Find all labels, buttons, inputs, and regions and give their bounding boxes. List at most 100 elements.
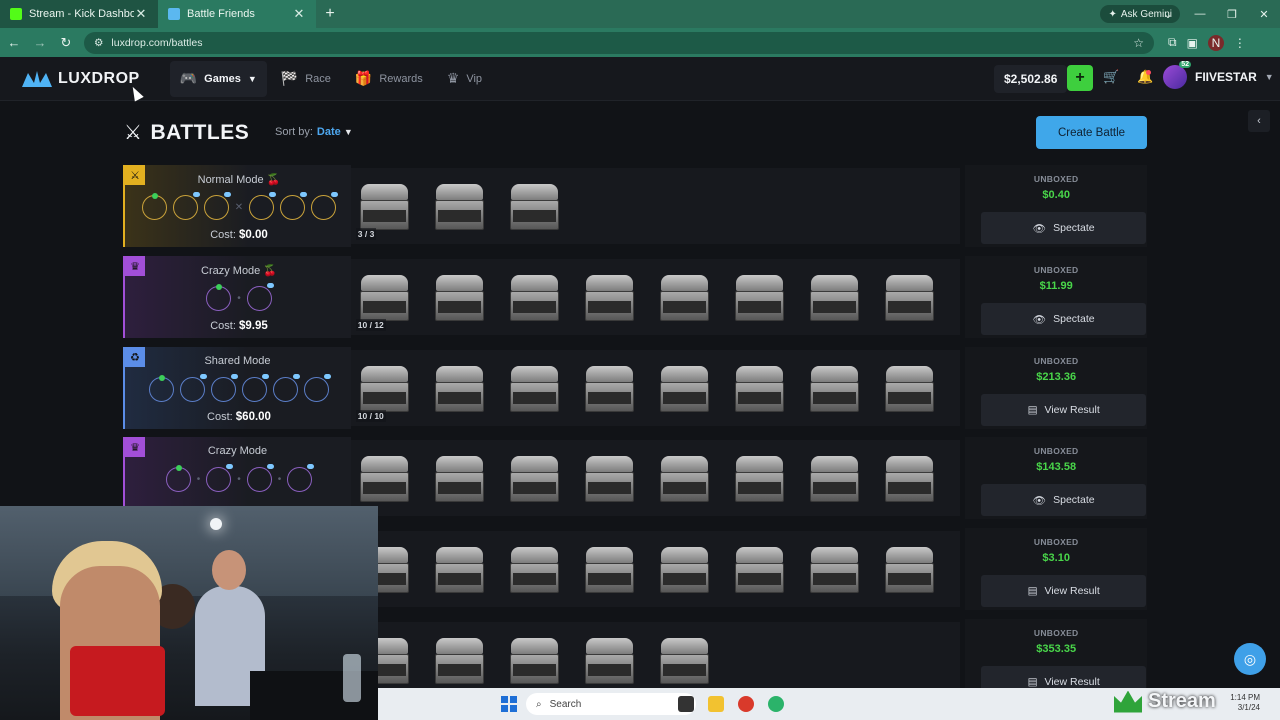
player-slot[interactable] <box>180 374 207 402</box>
search-icon: ⌕ <box>536 698 542 710</box>
mode-name: Crazy Mode 🍒 <box>125 264 353 277</box>
player-slot[interactable] <box>206 284 232 311</box>
restore-icon[interactable]: ❐ <box>1216 0 1248 28</box>
mode-label: Crazy Mode <box>207 445 268 457</box>
player-slot[interactable] <box>311 192 339 220</box>
new-tab-button[interactable]: + <box>316 0 344 28</box>
windows-start-icon[interactable] <box>501 696 517 712</box>
battle-action-button[interactable]: 👁 Spectate <box>981 303 1147 335</box>
battle-row[interactable]: ⚔ Normal Mode 🍒 ✕ Cost: $0.00 3 / 3 UNBOX… <box>123 165 1147 247</box>
crown-logo-icon <box>1114 690 1142 713</box>
case-thumbnail <box>582 634 637 686</box>
file-explorer-icon[interactable] <box>708 696 724 712</box>
app-icon[interactable] <box>768 696 784 712</box>
browser-tab-battles[interactable]: Battle Friends ✕ <box>158 0 316 28</box>
battle-row[interactable]: ♛ Crazy Mode 🍒 • Cost: $9.95 10 / 12 UNBO… <box>123 256 1147 338</box>
player-slot[interactable] <box>249 192 277 220</box>
player-bot-icon <box>192 192 200 197</box>
chrome-icon[interactable] <box>738 696 754 712</box>
collapse-sidebar-icon[interactable]: ‹ <box>1248 110 1270 132</box>
battle-action-button[interactable]: 👁 Spectate <box>981 212 1147 244</box>
team-separator-icon: • <box>237 474 241 485</box>
site-info-icon[interactable]: ⚙ <box>94 37 103 49</box>
ceiling-light <box>210 518 222 530</box>
player-slot[interactable] <box>280 192 308 220</box>
address-bar[interactable]: ⚙ luxdrop.com/battles ☆ <box>84 31 1154 54</box>
luxdrop-logo[interactable]: LUXDROP <box>22 69 140 89</box>
bookmark-star-icon[interactable]: ☆ <box>1133 36 1144 50</box>
sort-dropdown[interactable]: Sort by: Date ▼ <box>275 126 353 138</box>
battle-action-button[interactable]: ▤ View Result <box>981 575 1147 607</box>
streamer-top <box>70 646 165 716</box>
case-thumbnail <box>732 452 787 504</box>
case-thumbnail <box>582 271 637 323</box>
player-bot-icon <box>231 374 238 379</box>
battle-action-button[interactable]: ▤ View Result <box>981 394 1147 426</box>
unboxed-amount: $213.36 <box>1036 371 1077 383</box>
side-panel-icon[interactable]: ▣ <box>1187 36 1198 50</box>
back-icon[interactable]: ← <box>2 31 26 55</box>
reload-icon[interactable]: ↻ <box>54 31 78 55</box>
case-thumbnail <box>432 543 487 595</box>
player-slot[interactable] <box>246 283 274 311</box>
extensions-icon[interactable]: ⧉ <box>1168 35 1177 50</box>
player-slot[interactable] <box>242 374 269 402</box>
player-slot[interactable] <box>149 375 174 402</box>
task-view-icon[interactable] <box>678 696 694 712</box>
system-clock[interactable]: 1:14 PM 3/1/24 <box>1230 693 1260 713</box>
player-slot[interactable] <box>273 374 300 402</box>
case-thumbnail <box>357 362 412 414</box>
support-chat-button[interactable]: ◎ <box>1234 643 1266 675</box>
player-slot[interactable] <box>165 465 191 492</box>
case-thumbnail <box>882 271 937 323</box>
cost-value: $60.00 <box>235 411 271 423</box>
action-label: Spectate <box>1053 494 1095 506</box>
wallet-balance[interactable]: $2,502.86 <box>994 65 1068 93</box>
case-thumbnail <box>507 271 562 323</box>
create-battle-button[interactable]: Create Battle <box>1036 116 1147 149</box>
player-bot-icon <box>266 464 274 469</box>
browser-menu-icon[interactable]: ⋮ <box>1234 36 1246 50</box>
nav-race[interactable]: 🏁 Race <box>271 61 341 97</box>
player-slot[interactable] <box>206 464 234 492</box>
cost-value: $9.95 <box>238 320 268 332</box>
close-window-icon[interactable]: ✕ <box>1248 0 1280 28</box>
deposit-button[interactable]: + <box>1067 65 1093 91</box>
receipt-icon: ▤ <box>1027 676 1038 688</box>
nav-vip[interactable]: ♛ Vip <box>437 61 492 97</box>
case-thumbnail <box>357 452 412 504</box>
battle-row[interactable]: ♻ Shared Mode Cost: $60.00 10 / 10 UNBOX… <box>123 347 1147 429</box>
player-slot[interactable] <box>287 464 315 492</box>
case-strip <box>350 440 961 516</box>
unboxed-amount: $0.40 <box>1042 189 1070 201</box>
player-bot-icon <box>262 374 269 379</box>
player-slot[interactable] <box>246 464 274 492</box>
case-thumbnail <box>432 634 487 686</box>
nav-rewards[interactable]: 🎁 Rewards <box>345 61 433 97</box>
player-slot[interactable] <box>141 193 167 220</box>
close-tab-icon[interactable]: ✕ <box>292 6 306 22</box>
page-title: ⚔ BATTLES <box>124 120 249 145</box>
player-slot[interactable] <box>203 192 231 220</box>
receipt-icon: ▤ <box>1027 404 1038 416</box>
user-menu[interactable]: 52 FIIVESTAR ▼ <box>1163 61 1274 89</box>
case-thumbnail <box>657 452 712 504</box>
player-slot[interactable] <box>172 192 200 220</box>
player-slot[interactable] <box>304 374 331 402</box>
player-slot[interactable] <box>211 374 238 402</box>
battle-action-button[interactable]: 👁 Spectate <box>981 484 1147 516</box>
minimize-icon[interactable]: — <box>1184 0 1216 28</box>
cart-icon[interactable]: 🛒 <box>1103 69 1119 85</box>
player-slots <box>125 374 353 402</box>
nav-games[interactable]: 🎮 Games ▼ <box>169 60 267 97</box>
taskbar-search[interactable]: ⌕ Search <box>526 693 696 715</box>
battle-cost: Cost: $60.00 <box>125 411 353 423</box>
watermark-text: Stream <box>1148 690 1216 712</box>
tab-search-icon[interactable]: ⌄ <box>1152 0 1184 28</box>
cost-label: Cost: <box>210 320 236 332</box>
profile-avatar[interactable]: N <box>1207 34 1224 51</box>
case-thumbnail <box>432 452 487 504</box>
browser-tab-kick[interactable]: Stream - Kick Dashboard ✕ <box>0 0 158 28</box>
forward-icon[interactable]: → <box>28 31 52 55</box>
close-tab-icon[interactable]: ✕ <box>134 6 148 22</box>
